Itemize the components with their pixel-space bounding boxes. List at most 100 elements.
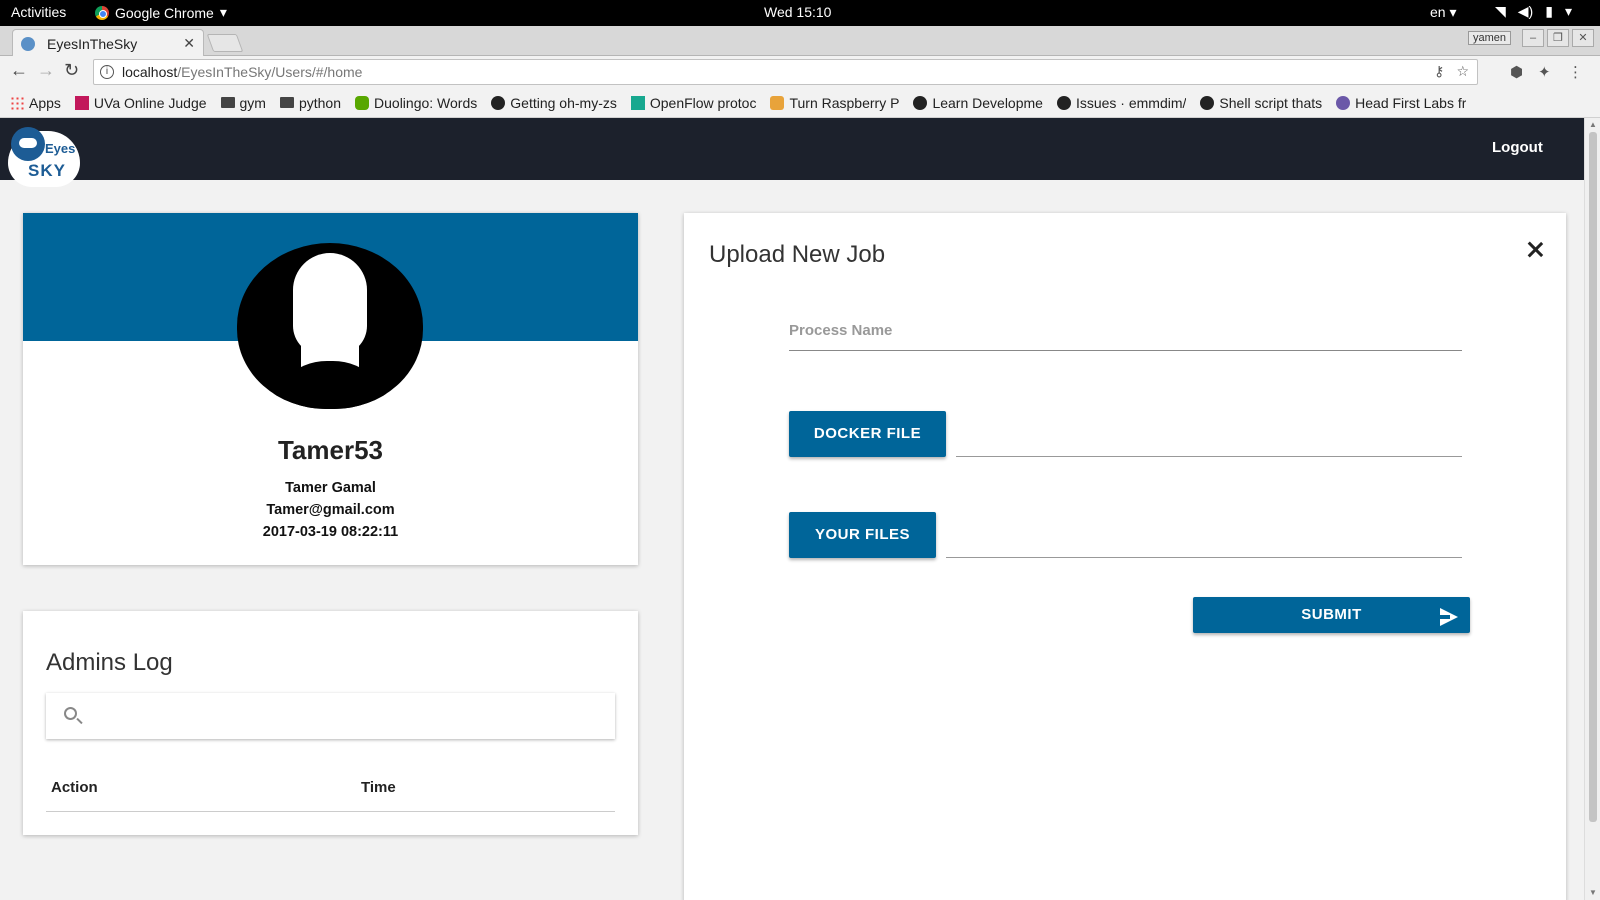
- folder-icon: [279, 97, 294, 108]
- admins-log-title: Admins Log: [46, 649, 173, 676]
- raspberry-icon: [770, 95, 785, 110]
- language-label: en: [1430, 4, 1446, 20]
- column-header-time[interactable]: Time: [361, 779, 396, 796]
- docker-file-button[interactable]: DOCKER FILE: [789, 411, 946, 457]
- uva-icon: [74, 95, 89, 110]
- profile-badge[interactable]: yamen: [1468, 31, 1512, 45]
- caret-down-icon: ▾: [1564, 3, 1572, 19]
- reload-icon[interactable]: ↻: [64, 60, 79, 81]
- github-icon: [1056, 95, 1071, 110]
- scroll-down-icon[interactable]: ▼: [1589, 888, 1597, 897]
- profile-username: Tamer53: [277, 435, 384, 465]
- page-scrollbar[interactable]: ▲ ▼: [1584, 118, 1600, 900]
- bookmark-label: Turn Raspberry P: [789, 94, 900, 111]
- window-controls: – ❐ ✕: [1522, 29, 1594, 47]
- close-icon[interactable]: [1524, 239, 1546, 261]
- menu-dots-icon[interactable]: ⋮: [1568, 63, 1583, 81]
- eyes-in-the-sky-logo[interactable]: Eyes SKY: [8, 121, 82, 187]
- url-host: localhost: [122, 64, 178, 80]
- send-icon: [1440, 608, 1458, 626]
- address-bar[interactable]: i localhost /EyesInTheSky/Users/#/home ⚷…: [93, 59, 1478, 85]
- activities-button[interactable]: Activities: [11, 4, 66, 20]
- system-tray[interactable]: ◥ ◀) ▮ ▾: [1495, 3, 1572, 20]
- browser-tab[interactable]: EyesInTheSky ✕: [12, 29, 204, 57]
- search-input[interactable]: [92, 701, 592, 731]
- avatar-silhouette-shoulders: [267, 361, 393, 409]
- bookmark-label: UVa Online Judge: [93, 94, 207, 111]
- bookmark-uva[interactable]: UVa Online Judge: [74, 94, 207, 111]
- robot-icon: [11, 127, 45, 161]
- close-window-icon[interactable]: ✕: [1572, 29, 1594, 47]
- bookmark-label: Apps: [29, 94, 61, 111]
- bookmark-label: Getting oh-my-zs: [510, 94, 617, 111]
- github-icon: [491, 95, 506, 110]
- process-name-input[interactable]: [789, 313, 1462, 347]
- clock[interactable]: Wed 15:10: [764, 4, 831, 20]
- duolingo-icon: [355, 95, 370, 110]
- bookmark-openflow[interactable]: OpenFlow protoc: [630, 94, 757, 111]
- extension-icon[interactable]: ⬢: [1510, 63, 1523, 81]
- tab-title: EyesInTheSky: [47, 35, 138, 52]
- bookmark-label: python: [298, 94, 342, 111]
- search-icon: [64, 707, 77, 720]
- avatar: [237, 243, 423, 409]
- tab-strip: EyesInTheSky ✕ yamen – ❐ ✕: [0, 26, 1600, 57]
- profile-full-name: Tamer Gamal: [285, 480, 376, 496]
- openflow-icon: [630, 95, 645, 110]
- caret-down-icon: ▾: [219, 4, 227, 20]
- bookmark-star-icon[interactable]: ☆: [1456, 63, 1469, 80]
- forward-arrow-icon[interactable]: →: [37, 60, 55, 81]
- wifi-icon: ◥: [1495, 3, 1506, 19]
- new-tab-button[interactable]: [206, 34, 244, 52]
- logout-link[interactable]: Logout: [1492, 139, 1543, 156]
- bookmark-label: Shell script thats: [1219, 94, 1323, 111]
- battery-icon: ▮: [1545, 3, 1553, 19]
- bookmark-issues[interactable]: Issues · emmdim/: [1056, 95, 1186, 111]
- profile-joined-date: 2017-03-19 08:22:11: [262, 524, 399, 540]
- process-name-field[interactable]: [789, 313, 1462, 351]
- submit-label: SUBMIT: [1301, 606, 1362, 623]
- bookmark-gym[interactable]: gym: [220, 95, 266, 111]
- chrome-icon: [95, 5, 109, 20]
- apps-grid-icon: [10, 95, 24, 110]
- docker-file-name-field[interactable]: [956, 456, 1462, 457]
- admins-log-card: Admins Log Action Time: [23, 611, 638, 835]
- profile-email: Tamer@gmail.com: [266, 502, 395, 518]
- bookmark-shell-script[interactable]: Shell script thats: [1200, 95, 1322, 111]
- bookmark-raspberry[interactable]: Turn Raspberry P: [770, 95, 899, 111]
- key-icon[interactable]: ⚷: [1434, 63, 1444, 80]
- logo-text-sky: SKY: [28, 161, 66, 180]
- close-tab-icon[interactable]: ✕: [183, 35, 195, 52]
- bookmark-label: OpenFlow protoc: [649, 94, 757, 111]
- favicon-icon: [21, 36, 35, 51]
- bookmark-python[interactable]: python: [279, 94, 342, 111]
- bookmark-oh-my-zsh[interactable]: Getting oh-my-zs: [491, 95, 617, 111]
- github-icon: [913, 95, 928, 110]
- scroll-thumb[interactable]: [1589, 132, 1597, 822]
- profile-card: Tamer53 Tamer Gamal Tamer@gmail.com 2017…: [23, 213, 638, 565]
- volume-icon: ◀): [1517, 3, 1534, 19]
- browser-toolbar: ← → ↻ i localhost /EyesInTheSky/Users/#/…: [0, 56, 1600, 88]
- upload-job-title: Upload New Job: [709, 241, 886, 268]
- submit-button[interactable]: SUBMIT: [1193, 597, 1470, 633]
- admins-log-search[interactable]: [46, 693, 615, 739]
- your-files-button[interactable]: YOUR FILES: [789, 512, 936, 558]
- bookmark-label: Duolingo: Words: [374, 94, 478, 111]
- app-menu[interactable]: Google Chrome ▾: [95, 4, 227, 21]
- back-arrow-icon[interactable]: ←: [10, 60, 28, 81]
- your-files-name-field[interactable]: [946, 557, 1462, 558]
- column-header-action[interactable]: Action: [51, 779, 98, 796]
- app-menu-label: Google Chrome: [115, 4, 214, 21]
- restore-icon[interactable]: ❐: [1547, 29, 1569, 47]
- bookmark-apps[interactable]: Apps: [10, 95, 61, 111]
- minimize-icon[interactable]: –: [1522, 29, 1544, 47]
- language-indicator[interactable]: en ▾: [1430, 4, 1457, 21]
- app-navbar: [0, 118, 1584, 180]
- info-icon[interactable]: i: [100, 65, 114, 79]
- scroll-up-icon[interactable]: ▲: [1589, 120, 1597, 129]
- bookmark-learn-dev[interactable]: Learn Developme: [913, 95, 1043, 111]
- bookmark-duolingo[interactable]: Duolingo: Words: [355, 95, 477, 111]
- bookmark-head-first[interactable]: Head First Labs fr: [1336, 95, 1466, 111]
- system-top-bar: Activities Google Chrome ▾ Wed 15:10 en …: [0, 0, 1600, 26]
- extension-icon[interactable]: ✦: [1538, 63, 1551, 81]
